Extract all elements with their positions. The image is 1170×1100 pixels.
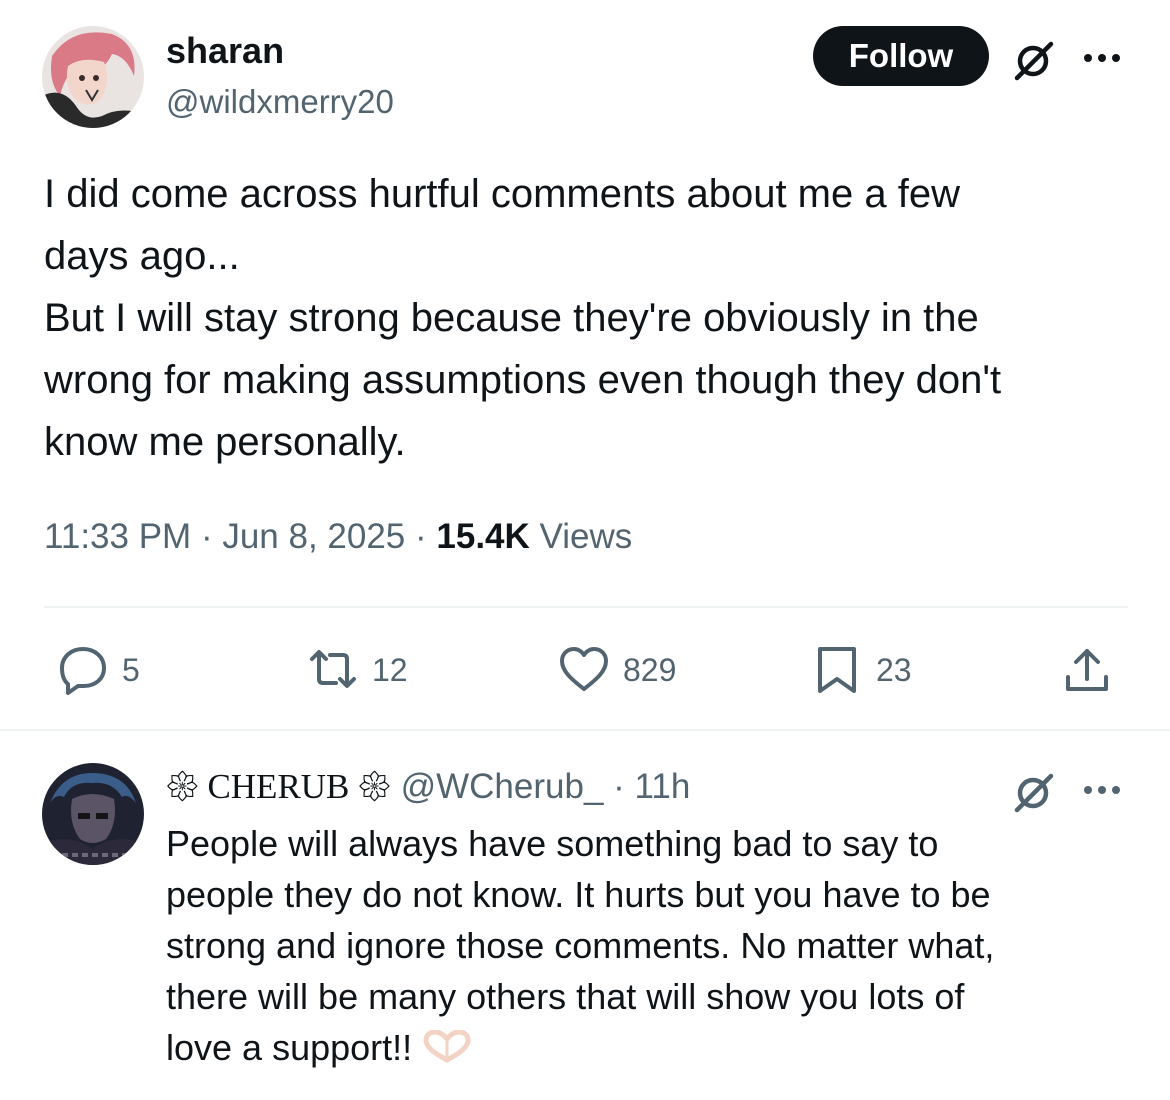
author-handle[interactable]: @wildxmerry20 (166, 82, 394, 122)
more-icon[interactable] (1082, 780, 1122, 805)
grok-icon[interactable] (1012, 38, 1056, 87)
reply-time[interactable]: 11h (635, 767, 691, 806)
reply-separator: · (613, 767, 625, 806)
reply-button[interactable]: 5 (56, 638, 140, 702)
reply-display-name[interactable]: 𑁍 CHERUB 𑁍 (166, 767, 391, 806)
like-count: 829 (623, 652, 677, 688)
reply-header: 𑁍 CHERUB 𑁍 @WCherub_ · 11h (166, 764, 690, 810)
views-label: Views (539, 517, 633, 556)
tweet-meta: 11:33 PM · Jun 8, 2025 · 15.4K Views (44, 512, 632, 562)
heart-hands-emoji (423, 1030, 471, 1063)
reply-avatar[interactable] (42, 763, 144, 865)
follow-button[interactable]: Follow (813, 26, 989, 86)
repost-button[interactable]: 12 (306, 638, 408, 702)
tweet-time[interactable]: 11:33 PM (44, 517, 191, 556)
bookmark-count: 23 (876, 652, 912, 688)
reply-icon (60, 647, 106, 695)
bookmark-button[interactable]: 23 (810, 638, 912, 702)
bookmark-icon (818, 647, 856, 693)
reply-text: People will always have something bad to… (166, 818, 1116, 1073)
repost-icon (310, 650, 356, 688)
views-count: 15.4K (436, 517, 530, 556)
reply-count: 5 (122, 652, 140, 688)
author-display-name[interactable]: sharan (166, 30, 284, 72)
share-icon (1066, 649, 1108, 691)
tweet-date[interactable]: Jun 8, 2025 (222, 517, 405, 556)
author-avatar[interactable] (42, 26, 144, 128)
divider (44, 606, 1128, 608)
more-icon[interactable] (1082, 48, 1122, 73)
like-icon (560, 647, 608, 691)
grok-icon[interactable] (1012, 770, 1056, 819)
share-button[interactable] (1060, 638, 1114, 702)
meta-separator: · (200, 517, 213, 556)
reply-handle[interactable]: @WCherub_ (401, 767, 604, 806)
reply-text-body: People will always have something bad to… (166, 823, 995, 1068)
like-button[interactable]: 829 (557, 638, 676, 702)
repost-count: 12 (372, 652, 408, 688)
tweet-text: I did come across hurtful comments about… (44, 172, 1002, 464)
section-divider (0, 729, 1170, 731)
meta-separator: · (415, 517, 427, 556)
